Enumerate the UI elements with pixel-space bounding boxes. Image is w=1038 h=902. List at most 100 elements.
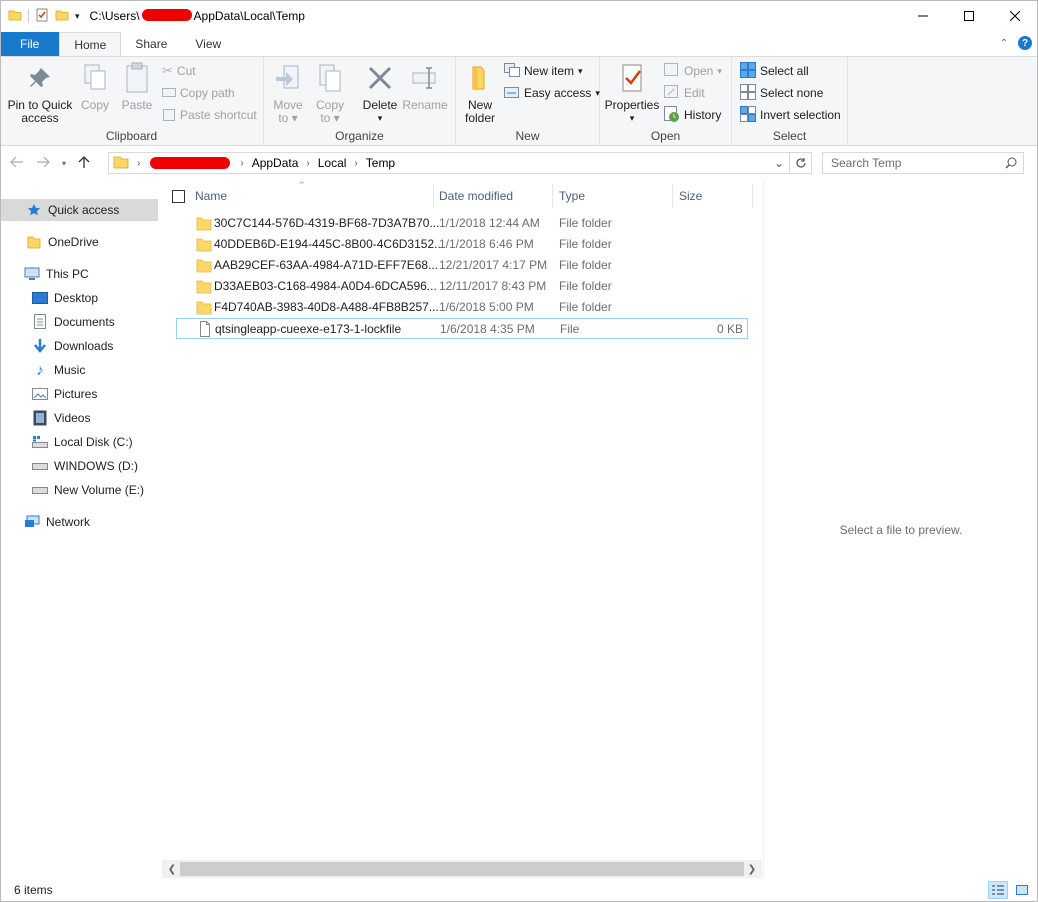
- film-icon: [32, 410, 48, 426]
- nav-item-music[interactable]: ♪ Music: [0, 359, 158, 381]
- paste-shortcut-icon: [162, 107, 176, 124]
- scissors-icon: ✂: [162, 63, 173, 78]
- expand-ribbon-icon[interactable]: ⌃: [1000, 38, 1008, 49]
- folder-icon: [196, 257, 212, 273]
- details-view-icon: [992, 885, 1004, 895]
- scroll-left-icon[interactable]: ❮: [164, 862, 180, 876]
- scroll-right-icon[interactable]: ❯: [744, 862, 760, 876]
- paste-button[interactable]: Paste: [118, 61, 156, 112]
- table-row[interactable]: F4D740AB-3983-40D8-A488-4FB8B257... 1/6/…: [176, 297, 748, 318]
- file-date: 12/21/2017 4:17 PM: [439, 258, 548, 272]
- nav-item-new-volume-e[interactable]: New Volume (E:): [0, 479, 158, 501]
- tab-view[interactable]: View: [181, 32, 235, 56]
- pin-to-quick-access-button[interactable]: Pin to Quick access: [6, 61, 74, 125]
- large-icons-view-button[interactable]: [1012, 881, 1032, 899]
- properties-qat-icon[interactable]: [35, 8, 49, 25]
- minimize-button[interactable]: [900, 0, 946, 32]
- recent-locations-icon[interactable]: ▾: [62, 159, 66, 168]
- new-folder-button[interactable]: New folder: [460, 61, 500, 125]
- rename-button[interactable]: Rename: [402, 61, 448, 112]
- up-arrow-icon[interactable]: [78, 155, 90, 172]
- clipboard-group-label: Clipboard: [105, 129, 158, 143]
- search-box[interactable]: [822, 152, 1024, 174]
- tab-share[interactable]: Share: [121, 32, 181, 56]
- table-row[interactable]: 30C7C144-576D-4319-BF68-7D3A7B70... 1/1/…: [176, 213, 748, 234]
- address-bar[interactable]: › › AppData › Local › Temp ⌄: [108, 152, 812, 174]
- breadcrumb-chevron-icon[interactable]: ›: [306, 158, 309, 169]
- close-button[interactable]: [992, 0, 1038, 32]
- invert-selection-button[interactable]: Invert selection: [740, 105, 841, 125]
- copy-button[interactable]: Copy: [78, 61, 112, 112]
- move-to-button[interactable]: Move to ▾: [272, 61, 304, 125]
- select-all-button[interactable]: Select all: [740, 61, 809, 81]
- nav-item-local-disk-c[interactable]: Local Disk (C:): [0, 431, 158, 453]
- back-arrow-icon[interactable]: [10, 156, 24, 171]
- help-icon[interactable]: ?: [1018, 36, 1032, 50]
- nav-item-network[interactable]: Network: [0, 511, 158, 533]
- breadcrumb-chevron-icon[interactable]: ›: [354, 158, 357, 169]
- select-all-checkbox[interactable]: [172, 184, 185, 208]
- easy-access-button[interactable]: Easy access ▾: [504, 83, 600, 103]
- tab-home[interactable]: Home: [59, 32, 122, 56]
- nav-label: Music: [54, 363, 86, 377]
- customize-qat-icon[interactable]: ▾: [75, 11, 80, 22]
- nav-item-downloads[interactable]: Downloads: [0, 335, 158, 357]
- copy-to-label-line2: to ▾: [320, 111, 340, 125]
- nav-label: Desktop: [54, 291, 99, 305]
- table-row[interactable]: D33AEB03-C168-4984-A0D4-6DCA596... 12/11…: [176, 276, 748, 297]
- refresh-icon[interactable]: [789, 153, 811, 173]
- delete-button[interactable]: Delete ▾: [360, 61, 400, 125]
- breadcrumb-temp[interactable]: Temp: [366, 156, 395, 170]
- breadcrumb-appdata[interactable]: AppData: [252, 156, 299, 170]
- copy-path-button[interactable]: Copy path: [162, 83, 235, 103]
- cut-label: Cut: [176, 64, 196, 78]
- forward-arrow-icon[interactable]: [36, 156, 50, 171]
- edit-button[interactable]: Edit: [664, 83, 705, 103]
- file-name: 40DDEB6D-E194-445C-8B00-4C6D3152...: [214, 237, 445, 251]
- cut-button[interactable]: ✂ Cut: [162, 61, 196, 81]
- maximize-button[interactable]: [946, 0, 992, 32]
- copy-to-button[interactable]: Copy to ▾: [314, 61, 346, 125]
- breadcrumb-local[interactable]: Local: [318, 156, 347, 170]
- open-label: Open: [684, 64, 714, 78]
- preview-placeholder-text: Select a file to preview.: [839, 523, 963, 537]
- open-button[interactable]: Open ▾: [664, 61, 722, 81]
- column-header-date-modified[interactable]: Date modified: [439, 184, 513, 208]
- nav-item-windows-d[interactable]: WINDOWS (D:): [0, 455, 158, 477]
- window-title: C:\Users\ AppData\Local\Temp: [90, 9, 305, 23]
- horizontal-scrollbar[interactable]: ❮ ❯: [162, 860, 762, 878]
- select-none-button[interactable]: Select none: [740, 83, 823, 103]
- breadcrumb-chevron-icon[interactable]: ›: [137, 158, 140, 169]
- new-item-button[interactable]: New item ▾: [504, 61, 583, 81]
- paste-shortcut-button[interactable]: Paste shortcut: [162, 105, 257, 125]
- properties-button[interactable]: Properties ▾: [604, 61, 660, 125]
- nav-item-documents[interactable]: Documents: [0, 311, 158, 333]
- paste-label: Paste: [121, 98, 153, 112]
- new-folder-qat-icon[interactable]: [55, 8, 69, 25]
- column-header-size[interactable]: Size: [679, 184, 702, 208]
- nav-item-this-pc[interactable]: This PC: [0, 263, 158, 285]
- nav-item-desktop[interactable]: Desktop: [0, 287, 158, 309]
- file-type: File folder: [559, 258, 612, 272]
- table-row[interactable]: qtsingleapp-cueexe-e173-1-lockfile 1/6/2…: [176, 318, 748, 339]
- table-row[interactable]: AAB29CEF-63AA-4984-A71D-EFF7E68... 12/21…: [176, 255, 748, 276]
- search-input[interactable]: [831, 156, 1001, 170]
- nav-item-pictures[interactable]: Pictures: [0, 383, 158, 405]
- column-header-type[interactable]: Type: [559, 184, 585, 208]
- table-row[interactable]: 40DDEB6D-E194-445C-8B00-4C6D3152... 1/1/…: [176, 234, 748, 255]
- breadcrumb-chevron-icon[interactable]: ›: [240, 158, 243, 169]
- nav-item-videos[interactable]: Videos: [0, 407, 158, 429]
- file-date: 1/1/2018 6:46 PM: [439, 237, 534, 251]
- scrollbar-thumb[interactable]: [180, 862, 744, 876]
- properties-label: Properties: [604, 98, 660, 112]
- column-header-name[interactable]: Name: [195, 184, 227, 208]
- tab-file[interactable]: File: [0, 32, 60, 56]
- drive-icon: [32, 482, 48, 498]
- nav-item-onedrive[interactable]: OneDrive: [0, 231, 158, 253]
- address-dropdown-icon[interactable]: ⌄: [769, 156, 789, 170]
- folder-icon: [113, 155, 129, 172]
- details-view-button[interactable]: [988, 881, 1008, 899]
- copy-path-label: Copy path: [180, 86, 235, 100]
- nav-item-quick-access[interactable]: Quick access: [0, 199, 158, 221]
- history-button[interactable]: History: [664, 105, 721, 125]
